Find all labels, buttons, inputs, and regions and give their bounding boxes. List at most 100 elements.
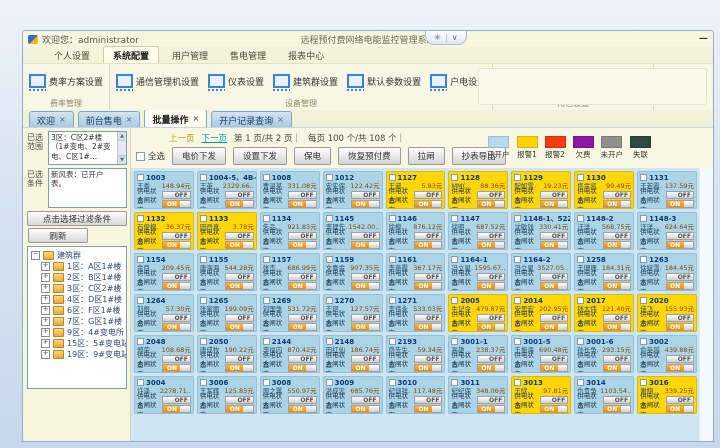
gate-on-button[interactable]: ON [352,324,369,330]
minimize-button[interactable]: — [699,35,708,43]
gate-on-button[interactable]: ON [604,242,621,248]
supply-off-button[interactable]: OFF [666,273,694,281]
card-checkbox[interactable] [326,338,333,345]
card-checkbox[interactable] [640,215,647,222]
supply-off-button[interactable]: OFF [477,355,505,363]
scrollbar[interactable]: ▲ ▼ [117,132,126,164]
tree-item[interactable]: +6区：F区1#楼（F区1#… [31,305,126,316]
card-checkbox[interactable] [640,256,647,263]
gate-on-button[interactable]: ON [604,201,621,207]
gate-on-control[interactable]: ON [603,364,631,372]
card-checkbox[interactable] [451,215,458,222]
meter-card[interactable]: 2193 佟先生. 59.34元 供电状态 OFF 合闸状态 ON [386,335,446,373]
supply-off-button[interactable]: OFF [414,191,442,199]
supply-off-button[interactable]: OFF [288,355,316,363]
gate-on-button[interactable]: ON [478,242,495,248]
action-button[interactable]: 设置下发 [233,147,287,165]
gate-on-control[interactable]: ON [351,323,379,331]
supply-off-button[interactable]: OFF [414,273,442,281]
card-checkbox[interactable] [200,215,207,222]
gate-on-button[interactable]: ON [163,201,180,207]
gate-on-control[interactable]: ON [540,241,568,249]
card-checkbox[interactable] [514,174,521,181]
meter-card[interactable]: 2020 佳飞 155.93元 供电状态 OFF 合闸状态 ON [637,294,697,332]
supply-off-button[interactable]: OFF [666,355,694,363]
gate-on-control[interactable]: ON [225,241,253,249]
meter-card[interactable]: 3011 纪纪保 348.06元 供电状态 OFF 合闸状态 ON [448,376,508,414]
meter-card[interactable]: 2048 郑荣 108.68元 供电状态 OFF 合闸状态 ON [134,335,194,373]
gate-on-control[interactable]: ON [162,364,190,372]
card-checkbox[interactable] [326,256,333,263]
gate-on-button[interactable]: ON [478,365,495,371]
choose-filter-button[interactable]: 点击选择过滤条件 [27,211,127,226]
card-checkbox[interactable] [577,338,584,345]
chevron-down-icon[interactable]: ∨ [452,33,458,42]
gate-on-button[interactable]: ON [667,201,684,207]
supply-off-button[interactable]: OFF [603,191,631,199]
card-checkbox[interactable] [263,297,270,304]
meter-card[interactable]: 1145 李理先. 1542.00.. 供电状态 OFF 合闸状态 ON [323,212,383,250]
gate-on-control[interactable]: ON [414,323,442,331]
gate-on-control[interactable]: ON [225,282,253,290]
tree-item[interactable]: +1区：A区1#楼 [31,261,126,272]
meter-card[interactable]: 1271 李伟永 533.03元 供电状态 OFF 合闸状态 ON [386,294,446,332]
gate-on-button[interactable]: ON [415,242,432,248]
gate-on-button[interactable]: ON [226,283,243,289]
supply-off-button[interactable]: OFF [351,232,379,240]
card-checkbox[interactable] [389,297,396,304]
card-checkbox[interactable] [137,379,144,386]
card-checkbox[interactable] [389,256,396,263]
meter-card[interactable]: 3001-1 高雄 238.37元 供电状态 OFF 合闸状态 ON [448,335,508,373]
meter-card[interactable]: 1008 曹温某. 331.08元 供电状态 OFF 合闸状态 ON [260,171,320,209]
gate-on-control[interactable]: ON [288,323,316,331]
card-checkbox[interactable] [263,215,270,222]
card-checkbox[interactable] [200,379,207,386]
ribbon-tab[interactable]: 用户管理 [163,47,217,63]
card-checkbox[interactable] [451,174,458,181]
gate-on-control[interactable]: ON [351,200,379,208]
gate-on-control[interactable]: ON [603,323,631,331]
gate-on-control[interactable]: ON [603,282,631,290]
meter-card[interactable]: 2148 田红仙 186.74元 供电状态 OFF 合闸状态 ON [323,335,383,373]
card-checkbox[interactable] [577,174,584,181]
supply-off-button[interactable]: OFF [477,232,505,240]
supply-off-button[interactable]: OFF [351,273,379,281]
gate-on-button[interactable]: ON [352,406,369,412]
meter-card[interactable]: 1003 王香 148.94元 供电状态 OFF 合闸状态 ON [134,171,194,209]
card-checkbox[interactable] [640,338,647,345]
meter-card[interactable]: 1164-1 冯立星. 1595.67.. 供电状态 OFF 合闸状态 ON [448,253,508,291]
gate-on-control[interactable]: ON [162,282,190,290]
meter-card[interactable]: 1161 李燕霞 367.17元 供电状态 OFF 合闸状态 ON [386,253,446,291]
expand-icon[interactable]: + [41,306,50,315]
supply-off-button[interactable]: OFF [603,314,631,322]
gate-on-control[interactable]: ON [477,405,505,413]
gate-on-button[interactable]: ON [541,324,558,330]
supply-off-button[interactable]: OFF [351,191,379,199]
card-checkbox[interactable] [640,379,647,386]
gate-on-button[interactable]: ON [226,406,243,412]
supply-off-button[interactable]: OFF [288,191,316,199]
gate-on-button[interactable]: ON [604,406,621,412]
gate-on-button[interactable]: ON [163,324,180,330]
tree-item[interactable]: +2区：B区1#楼（B区1#… [31,272,126,283]
supply-off-button[interactable]: OFF [540,355,568,363]
meter-card[interactable]: 1130 佟金凯 99.49元 供电状态 OFF 合闸状态 ON [574,171,634,209]
supply-off-button[interactable]: OFF [540,314,568,322]
card-checkbox[interactable] [137,297,144,304]
document-tab[interactable]: 欢迎× [29,111,74,127]
meter-card[interactable]: 1133 田丹真. 3.78元 供电状态 OFF 合闸状态 ON [197,212,257,250]
supply-off-button[interactable]: OFF [351,355,379,363]
expand-icon[interactable]: + [41,273,50,282]
gate-on-button[interactable]: ON [415,201,432,207]
gate-on-button[interactable]: ON [289,242,306,248]
gate-on-control[interactable]: ON [162,405,190,413]
tree-item[interactable]: +19区：9#变电站（2#… [31,349,126,360]
tree-root[interactable]: −建筑群 [31,250,126,261]
meter-card[interactable]: 1270 王珂. 127.57元 供电状态 OFF 合闸状态 ON [323,294,383,332]
gate-on-button[interactable]: ON [289,365,306,371]
expand-icon[interactable]: + [41,328,50,337]
gate-on-button[interactable]: ON [352,242,369,248]
card-checkbox[interactable] [389,215,396,222]
card-checkbox[interactable] [326,174,333,181]
ribbon-button[interactable]: 通信管理机设置 [116,69,199,88]
